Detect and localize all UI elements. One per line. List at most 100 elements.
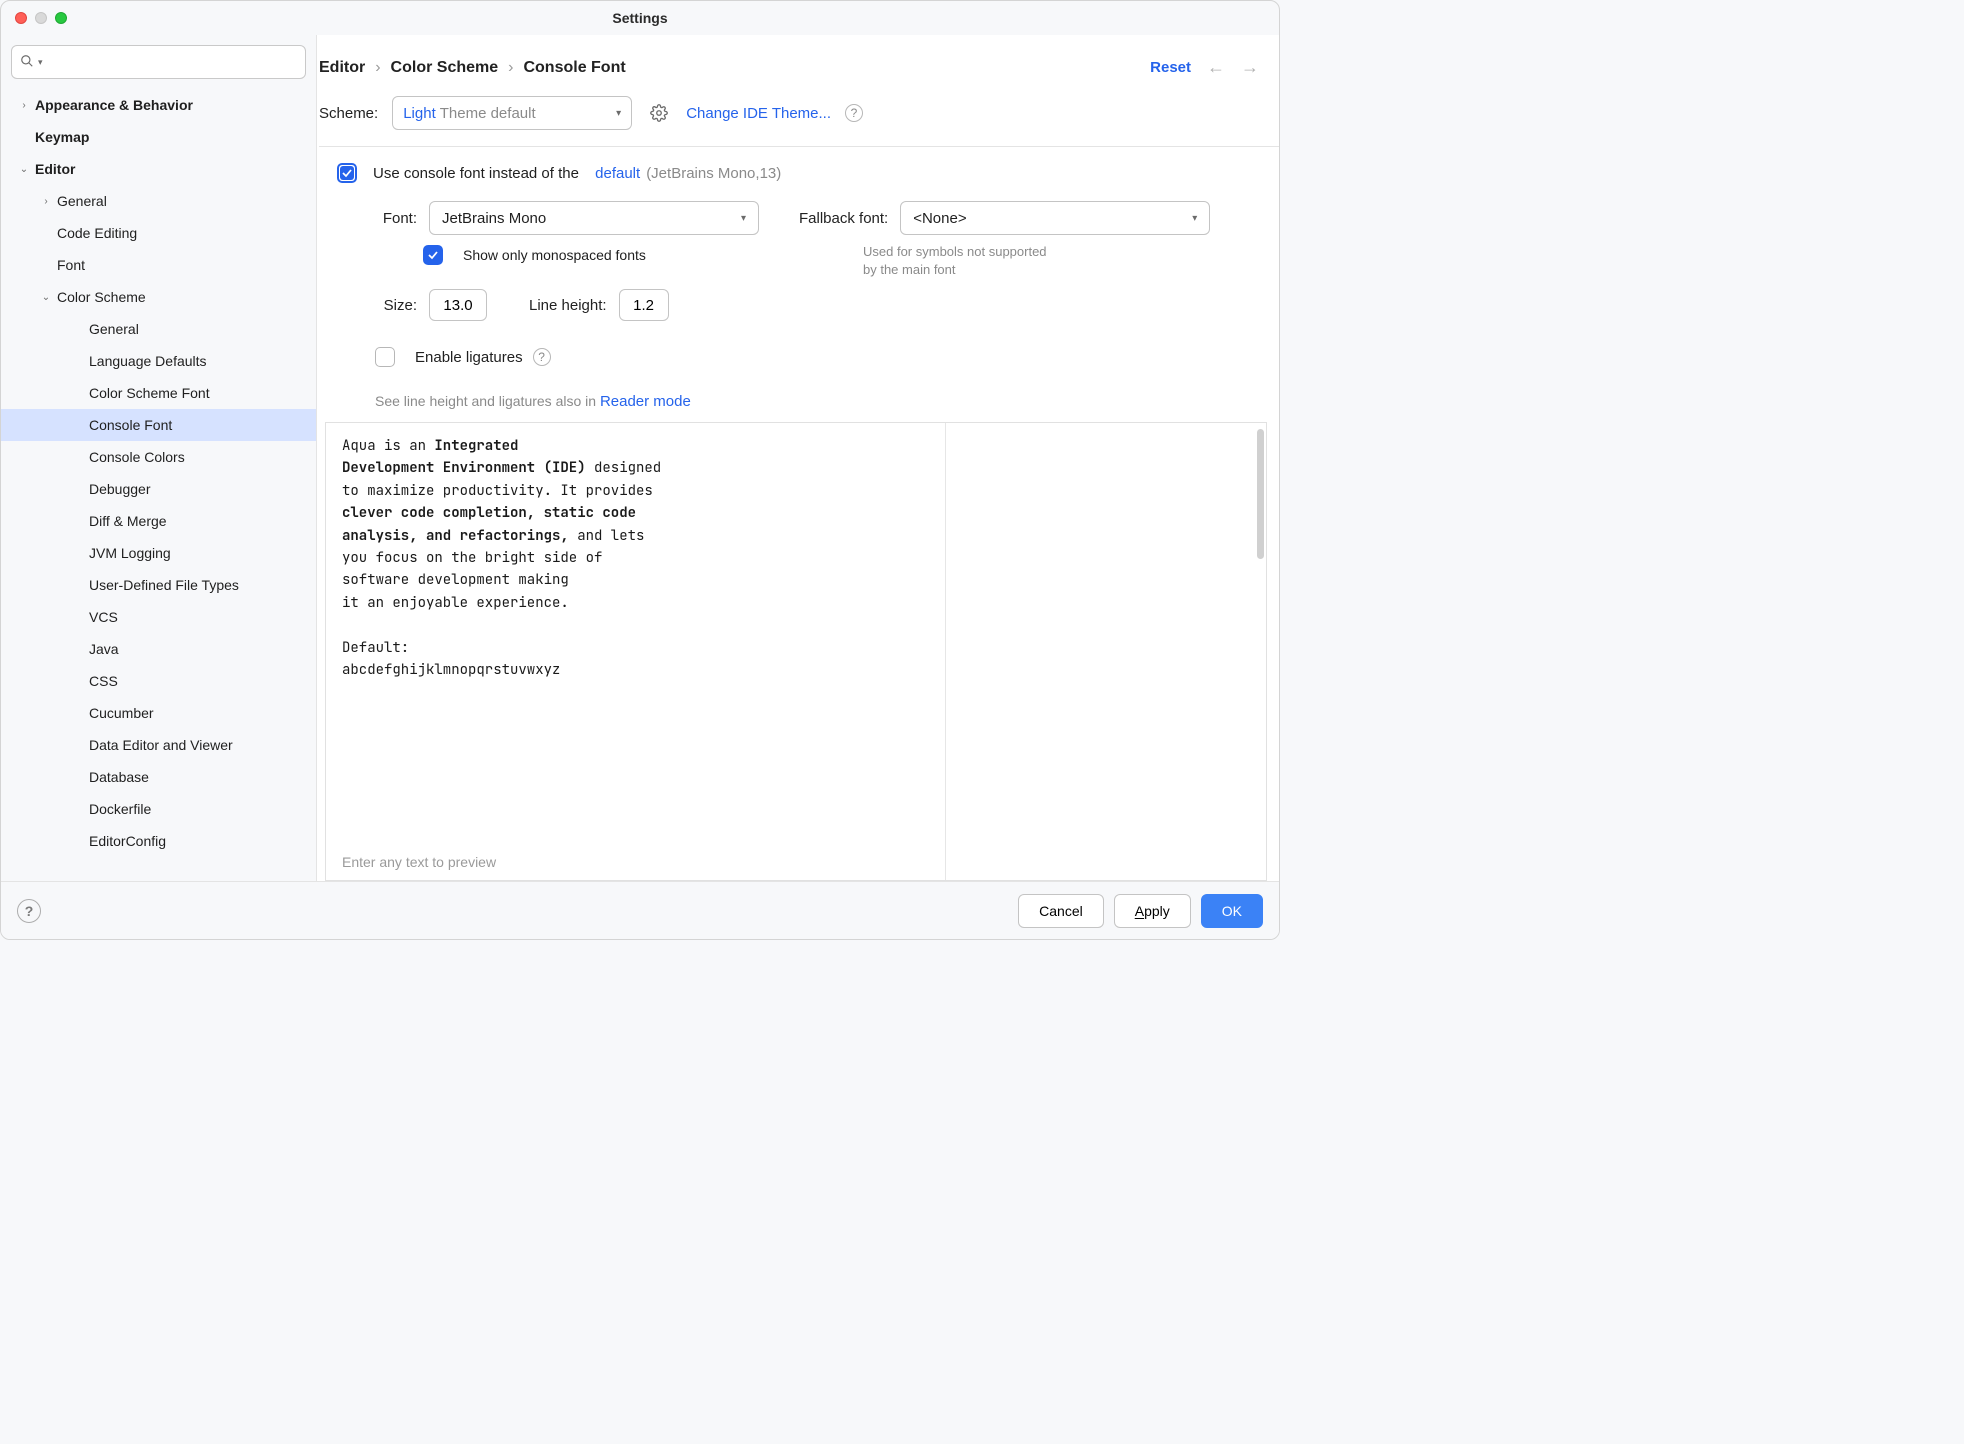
tree-label: Code Editing xyxy=(53,225,137,241)
tree-label: VCS xyxy=(85,609,118,625)
reset-link[interactable]: Reset xyxy=(1150,59,1191,76)
tree-item-appearance[interactable]: › Appearance & Behavior xyxy=(1,89,316,121)
tree-item-cs-database[interactable]: Database xyxy=(1,761,316,793)
help-button[interactable]: ? xyxy=(17,899,41,923)
preview-line: designed xyxy=(586,459,662,477)
scheme-select[interactable]: Light Theme default ▾ xyxy=(392,96,632,130)
tree-item-editor[interactable]: ⌄ Editor xyxy=(1,153,316,185)
tree-item-cs-dockerfile[interactable]: Dockerfile xyxy=(1,793,316,825)
preview-gutter xyxy=(946,423,1246,880)
tree-label: Color Scheme Font xyxy=(85,385,210,401)
forward-icon[interactable]: → xyxy=(1241,57,1259,78)
tree-item-cs-debugger[interactable]: Debugger xyxy=(1,473,316,505)
apply-button[interactable]: Apply xyxy=(1114,894,1191,928)
tree-item-cs-java[interactable]: Java xyxy=(1,633,316,665)
chevron-down-icon: ⌄ xyxy=(17,164,31,175)
tree-item-general[interactable]: › General xyxy=(1,185,316,217)
tree-item-cs-vcs[interactable]: VCS xyxy=(1,601,316,633)
tree-item-cs-editorconfig[interactable]: EditorConfig xyxy=(1,825,316,857)
breadcrumb-editor[interactable]: Editor xyxy=(319,59,365,77)
cancel-button[interactable]: Cancel xyxy=(1018,894,1104,928)
reader-mode-link[interactable]: Reader mode xyxy=(600,393,691,410)
tree-label: EditorConfig xyxy=(85,833,166,849)
back-icon[interactable]: ← xyxy=(1207,57,1225,78)
size-input[interactable] xyxy=(429,289,487,321)
scheme-value-highlight: Light xyxy=(403,105,436,122)
preview-bold: clever code completion, static code xyxy=(342,504,636,522)
font-label: Font: xyxy=(367,210,417,227)
preview-line: software development making xyxy=(342,571,569,589)
tree-item-cs-console-colors[interactable]: Console Colors xyxy=(1,441,316,473)
tree-item-cs-diff[interactable]: Diff & Merge xyxy=(1,505,316,537)
chevron-down-icon: ⌄ xyxy=(39,292,53,303)
mono-only-checkbox[interactable] xyxy=(423,245,443,265)
change-theme-link[interactable]: Change IDE Theme... xyxy=(686,105,831,122)
tree-item-cs-jvm[interactable]: JVM Logging xyxy=(1,537,316,569)
chevron-down-icon: ▾ xyxy=(741,213,746,224)
search-field[interactable]: ▾ xyxy=(11,45,306,79)
search-input[interactable] xyxy=(47,53,297,71)
settings-window: Settings ▾ › Appearance & Behavior xyxy=(0,0,1280,940)
ok-button[interactable]: OK xyxy=(1201,894,1263,928)
default-font-link[interactable]: default xyxy=(595,165,640,182)
tree-item-cs-lang-defaults[interactable]: Language Defaults xyxy=(1,345,316,377)
preview-line: it an enjoyable experience. xyxy=(342,594,569,612)
search-options-icon[interactable]: ▾ xyxy=(38,57,43,68)
footer: ? Cancel Apply OK xyxy=(1,881,1279,939)
window-title: Settings xyxy=(1,10,1279,26)
tree-item-code-editing[interactable]: Code Editing xyxy=(1,217,316,249)
font-select[interactable]: JetBrains Mono ▾ xyxy=(429,201,759,235)
tree-item-cs-data-editor[interactable]: Data Editor and Viewer xyxy=(1,729,316,761)
tree-item-cs-udft[interactable]: User-Defined File Types xyxy=(1,569,316,601)
preview-line: to maximize productivity. It provides xyxy=(342,482,653,500)
line-height-input[interactable] xyxy=(619,289,669,321)
chevron-right-icon: › xyxy=(39,196,53,207)
tree-item-cs-console-font[interactable]: Console Font xyxy=(1,409,316,441)
tree-item-cs-css[interactable]: CSS xyxy=(1,665,316,697)
fallback-hint-1: Used for symbols not supported xyxy=(863,244,1047,259)
preview-line: abcdefghijklmnopqrstuvwxyz xyxy=(342,661,560,679)
tree-label: Database xyxy=(85,769,149,785)
fallback-hint-2: by the main font xyxy=(863,262,956,277)
tree-item-font[interactable]: Font xyxy=(1,249,316,281)
tree-item-color-scheme[interactable]: ⌄ Color Scheme xyxy=(1,281,316,313)
tree-label: General xyxy=(53,193,107,209)
help-icon[interactable]: ? xyxy=(845,104,863,122)
tree-item-cs-general[interactable]: General xyxy=(1,313,316,345)
tree-label: Console Colors xyxy=(85,449,185,465)
tree-item-keymap[interactable]: Keymap xyxy=(1,121,316,153)
tree-label: User-Defined File Types xyxy=(85,577,239,593)
ligatures-checkbox[interactable] xyxy=(375,347,395,367)
preview-line: Aqua is an xyxy=(342,437,434,455)
fallback-select[interactable]: <None> ▾ xyxy=(900,201,1210,235)
settings-tree[interactable]: › Appearance & Behavior Keymap ⌄ Editor … xyxy=(1,89,316,881)
tree-label: Data Editor and Viewer xyxy=(85,737,233,753)
preview-editor[interactable]: Aqua is an Integrated Development Enviro… xyxy=(326,423,946,880)
preview-bold: Development Environment (IDE) xyxy=(342,459,586,477)
sidebar: ▾ › Appearance & Behavior Keymap ⌄ Edito… xyxy=(1,35,317,881)
tree-label: Editor xyxy=(31,161,75,177)
tree-item-cs-font[interactable]: Color Scheme Font xyxy=(1,377,316,409)
tree-label: Appearance & Behavior xyxy=(31,97,193,113)
check-icon xyxy=(341,167,353,179)
font-preview: Aqua is an Integrated Development Enviro… xyxy=(325,422,1267,881)
preview-bold: analysis, and refactorings, xyxy=(342,527,569,545)
tree-item-cs-cucumber[interactable]: Cucumber xyxy=(1,697,316,729)
reader-hint-text: See line height and ligatures also in xyxy=(375,393,600,409)
scheme-value-rest: Theme default xyxy=(440,105,536,122)
tree-label: Font xyxy=(53,257,85,273)
chevron-down-icon: ▾ xyxy=(616,108,621,119)
check-icon xyxy=(427,249,439,261)
help-icon[interactable]: ? xyxy=(533,348,551,366)
gear-icon xyxy=(650,104,668,122)
preview-bold: Integrated xyxy=(434,437,518,455)
breadcrumb-color-scheme[interactable]: Color Scheme xyxy=(391,59,499,77)
scheme-gear-button[interactable] xyxy=(646,100,672,126)
tree-label: JVM Logging xyxy=(85,545,171,561)
scrollbar-thumb[interactable] xyxy=(1257,429,1264,559)
scheme-label: Scheme: xyxy=(319,105,378,122)
breadcrumb: Editor › Color Scheme › Console Font xyxy=(319,59,626,77)
breadcrumb-console-font: Console Font xyxy=(523,59,625,77)
search-icon xyxy=(20,54,34,71)
use-console-font-checkbox[interactable] xyxy=(337,163,357,183)
